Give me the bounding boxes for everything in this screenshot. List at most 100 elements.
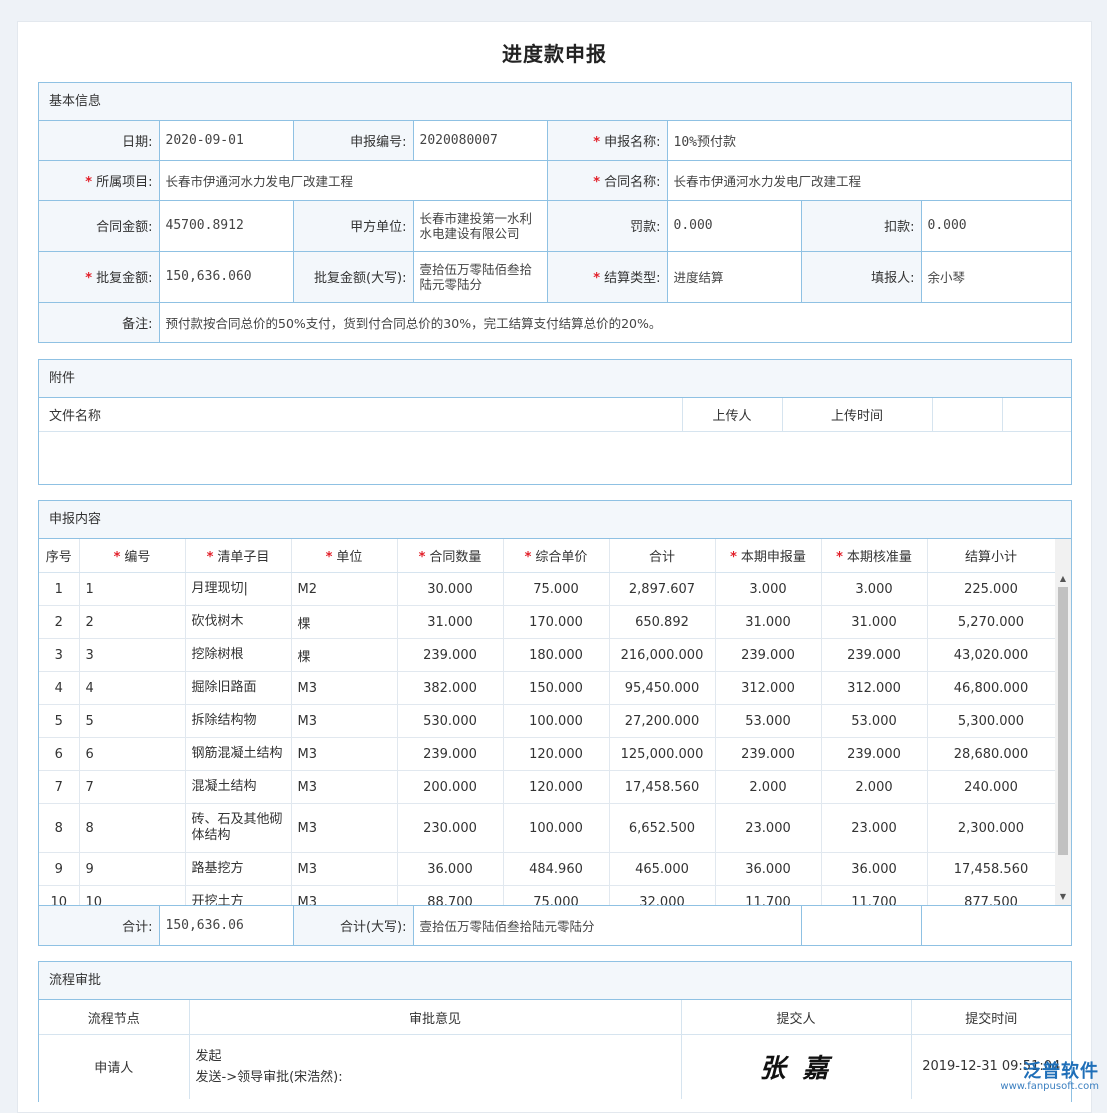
row-total[interactable]: 17,458.560 xyxy=(609,770,716,804)
row-unit-price[interactable]: 75.000 xyxy=(503,572,610,606)
row-index[interactable]: 7 xyxy=(39,770,80,804)
row-index[interactable]: 4 xyxy=(39,671,80,705)
row-period-approved[interactable]: 11.700 xyxy=(821,885,928,905)
table-row[interactable]: 7 7 混凝土结构 M3 200.000 120.000 17,458.560 2.000 2.… xyxy=(39,770,1056,804)
row-index[interactable]: 6 xyxy=(39,737,80,771)
row-period-approved[interactable]: 2.000 xyxy=(821,770,928,804)
col-period-approved[interactable]: * 本期核准量 xyxy=(821,539,928,573)
row-contract-qty[interactable]: 200.000 xyxy=(397,770,504,804)
table-row[interactable]: 4 4 掘除旧路面 M3 382.000 150.000 95,450.000 312.000… xyxy=(39,671,1056,705)
fine-field[interactable]: 0.000 xyxy=(666,199,802,252)
row-unit[interactable]: M2 xyxy=(291,572,398,606)
row-period-declared[interactable]: 2.000 xyxy=(715,770,822,804)
att-col-uploadtime[interactable]: 上传时间 xyxy=(782,398,933,432)
row-code[interactable]: 4 xyxy=(79,671,186,705)
row-unit[interactable]: 棵 xyxy=(291,605,398,639)
row-item[interactable]: 钢筋混凝土结构 xyxy=(185,737,292,771)
col-index[interactable]: 序号 xyxy=(39,539,80,573)
project-field[interactable]: 长春市伊通河水力发电厂改建工程 xyxy=(158,159,548,201)
row-unit-price[interactable]: 180.000 xyxy=(503,638,610,672)
row-unit[interactable]: M3 xyxy=(291,852,398,886)
row-total[interactable]: 465.000 xyxy=(609,852,716,886)
row-period-declared[interactable]: 3.000 xyxy=(715,572,822,606)
row-total[interactable]: 125,000.000 xyxy=(609,737,716,771)
row-code[interactable]: 1 xyxy=(79,572,186,606)
row-unit[interactable]: M3 xyxy=(291,803,398,853)
row-contract-qty[interactable]: 239.000 xyxy=(397,737,504,771)
name-field[interactable]: 10%预付款 xyxy=(666,121,1072,161)
row-index[interactable]: 8 xyxy=(39,803,80,853)
row-contract-qty[interactable]: 239.000 xyxy=(397,638,504,672)
row-code[interactable]: 3 xyxy=(79,638,186,672)
row-unit-price[interactable]: 170.000 xyxy=(503,605,610,639)
row-total[interactable]: 216,000.000 xyxy=(609,638,716,672)
row-settle-subtotal[interactable]: 28,680.000 xyxy=(927,737,1056,771)
row-settle-subtotal[interactable]: 877.500 xyxy=(927,885,1056,905)
contract-field[interactable]: 长春市伊通河水力发电厂改建工程 xyxy=(666,159,1072,201)
row-period-declared[interactable]: 312.000 xyxy=(715,671,822,705)
row-unit-price[interactable]: 150.000 xyxy=(503,671,610,705)
table-row[interactable]: 3 3 挖除树根棵 239.000 180.000 216,000.000 239.000 2… xyxy=(39,638,1056,672)
row-item[interactable]: 砍伐树木 xyxy=(185,605,292,639)
row-code[interactable]: 5 xyxy=(79,704,186,738)
row-contract-qty[interactable]: 382.000 xyxy=(397,671,504,705)
row-period-approved[interactable]: 239.000 xyxy=(821,737,928,771)
col-period-declared[interactable]: * 本期申报量 xyxy=(715,539,822,573)
settle-field[interactable]: 进度结算 xyxy=(666,250,802,303)
row-unit-price[interactable]: 100.000 xyxy=(503,704,610,738)
row-unit[interactable]: 棵 xyxy=(291,638,398,672)
table-row[interactable]: 2 2 砍伐树木棵 31.000 170.000 650.892 31.000 31.000 5… xyxy=(39,605,1056,639)
code-field[interactable]: 2020080007 xyxy=(412,121,548,161)
row-unit-price[interactable]: 120.000 xyxy=(503,770,610,804)
scroll-down-icon[interactable]: ▼ xyxy=(1055,889,1071,905)
approved-field[interactable]: 150,636.060 xyxy=(158,250,294,303)
row-index[interactable]: 1 xyxy=(39,572,80,606)
row-index[interactable]: 9 xyxy=(39,852,80,886)
row-index[interactable]: 3 xyxy=(39,638,80,672)
party-field[interactable]: 长春市建投第一水利水电建设有限公司 xyxy=(412,199,548,252)
row-period-declared[interactable]: 239.000 xyxy=(715,737,822,771)
row-code[interactable]: 2 xyxy=(79,605,186,639)
row-item[interactable]: 掘除旧路面 xyxy=(185,671,292,705)
row-total[interactable]: 650.892 xyxy=(609,605,716,639)
col-total[interactable]: 合计 xyxy=(609,539,716,573)
scroll-thumb[interactable] xyxy=(1058,587,1068,855)
row-code[interactable]: 6 xyxy=(79,737,186,771)
row-contract-qty[interactable]: 30.000 xyxy=(397,572,504,606)
row-contract-qty[interactable]: 230.000 xyxy=(397,803,504,853)
row-settle-subtotal[interactable]: 17,458.560 xyxy=(927,852,1056,886)
row-period-declared[interactable]: 53.000 xyxy=(715,704,822,738)
table-row[interactable]: 9 9 路基挖方 M3 36.000 484.960 465.000 36.000 36.000… xyxy=(39,852,1056,886)
row-settle-subtotal[interactable]: 2,300.000 xyxy=(927,803,1056,853)
row-period-declared[interactable]: 11.700 xyxy=(715,885,822,905)
row-period-declared[interactable]: 239.000 xyxy=(715,638,822,672)
filler-field[interactable]: 余小琴 xyxy=(920,250,1072,303)
row-unit[interactable]: M3 xyxy=(291,770,398,804)
row-settle-subtotal[interactable]: 240.000 xyxy=(927,770,1056,804)
row-period-approved[interactable]: 312.000 xyxy=(821,671,928,705)
row-period-declared[interactable]: 31.000 xyxy=(715,605,822,639)
row-contract-qty[interactable]: 36.000 xyxy=(397,852,504,886)
row-period-approved[interactable]: 239.000 xyxy=(821,638,928,672)
deduct-field[interactable]: 0.000 xyxy=(920,199,1072,252)
row-period-declared[interactable]: 23.000 xyxy=(715,803,822,853)
row-item[interactable]: 混凝土结构 xyxy=(185,770,292,804)
row-item[interactable]: 挖除树根 xyxy=(185,638,292,672)
row-total[interactable]: 6,652.500 xyxy=(609,803,716,853)
row-settle-subtotal[interactable]: 5,300.000 xyxy=(927,704,1056,738)
row-item[interactable]: 拆除结构物 xyxy=(185,704,292,738)
row-item[interactable]: 月理现切| xyxy=(185,572,292,606)
row-code[interactable]: 9 xyxy=(79,852,186,886)
row-code[interactable]: 7 xyxy=(79,770,186,804)
row-contract-qty[interactable]: 88.700 xyxy=(397,885,504,905)
row-unit-price[interactable]: 75.000 xyxy=(503,885,610,905)
row-period-approved[interactable]: 53.000 xyxy=(821,704,928,738)
row-unit-price[interactable]: 120.000 xyxy=(503,737,610,771)
col-unit-price[interactable]: * 综合单价 xyxy=(503,539,610,573)
att-col-filename[interactable]: 文件名称 xyxy=(39,398,683,432)
col-code[interactable]: * 编号 xyxy=(79,539,186,573)
row-index[interactable]: 2 xyxy=(39,605,80,639)
row-unit-price[interactable]: 100.000 xyxy=(503,803,610,853)
table-row[interactable]: 10 10 开挖土方 M3 88.700 75.000 32.000 11.700 11.700… xyxy=(39,885,1056,905)
amount-field[interactable]: 45700.8912 xyxy=(158,199,294,252)
